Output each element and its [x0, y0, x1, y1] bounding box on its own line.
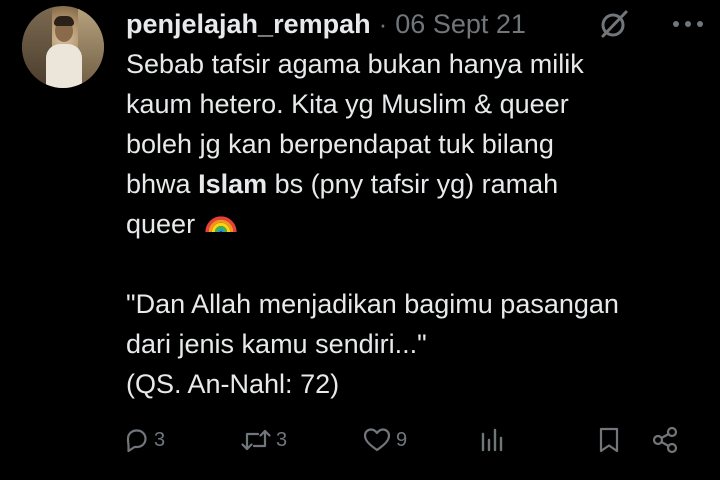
tweet-text: Sebab tafsir agama bukan hanya milik kau… [126, 44, 716, 404]
like-button[interactable]: 9 [362, 420, 407, 460]
tweet-text-line: boleh jg kan berpendapat tuk bilang [126, 129, 554, 159]
retweet-icon [241, 429, 271, 451]
tweet-card[interactable]: penjelajah_rempah · 06 Sept 21 Sebab taf… [0, 0, 720, 480]
tweet-text-line: Sebab tafsir agama bukan hanya milik [126, 49, 584, 79]
paragraph-break [126, 244, 716, 284]
rainbow-emoji [204, 216, 237, 233]
views-icon [481, 428, 503, 452]
reply-count: 3 [154, 428, 166, 451]
avatar-shirt [46, 44, 82, 88]
like-count: 9 [396, 428, 408, 451]
username[interactable]: penjelajah_rempah [126, 9, 371, 40]
tweet-quote-line: dari jenis kamu sendiri..." [126, 329, 427, 359]
views-button[interactable] [478, 420, 510, 460]
tweet-date[interactable]: 06 Sept 21 [395, 9, 526, 40]
retweet-button[interactable]: 3 [240, 420, 287, 460]
share-button[interactable] [650, 420, 680, 460]
more-icon[interactable] [668, 14, 708, 34]
tweet-quote-line: (QS. An-Nahl: 72) [126, 369, 340, 399]
tweet-actions: 3 3 9 [122, 420, 702, 460]
tweet-quote-line: "Dan Allah menjadikan bagimu pasangan [126, 289, 619, 319]
tweet-text-line: bhwa Islam bs (pny tafsir yg) ramah [126, 164, 716, 204]
reply-icon [126, 429, 147, 453]
tweet-text-line: kaum hetero. Kita yg Muslim & queer [126, 89, 569, 119]
reply-button[interactable]: 3 [122, 420, 165, 460]
hashtag-word: Islam [198, 169, 268, 199]
like-icon [363, 428, 391, 452]
retweet-count: 3 [276, 428, 288, 451]
share-icon [652, 426, 678, 454]
bookmark-button[interactable] [596, 420, 622, 460]
avatar[interactable] [22, 6, 104, 88]
text-fragment: bs (pny tafsir yg) ramah [267, 169, 559, 199]
tweet-header: penjelajah_rempah · 06 Sept 21 [126, 4, 526, 44]
separator: · [378, 8, 388, 39]
text-fragment: bhwa [126, 169, 199, 199]
tweet-text-line: queer [126, 204, 716, 244]
avatar-hair [54, 16, 74, 26]
text-fragment: queer [126, 209, 196, 239]
grok-icon[interactable] [598, 8, 630, 40]
bookmark-icon [599, 427, 619, 453]
